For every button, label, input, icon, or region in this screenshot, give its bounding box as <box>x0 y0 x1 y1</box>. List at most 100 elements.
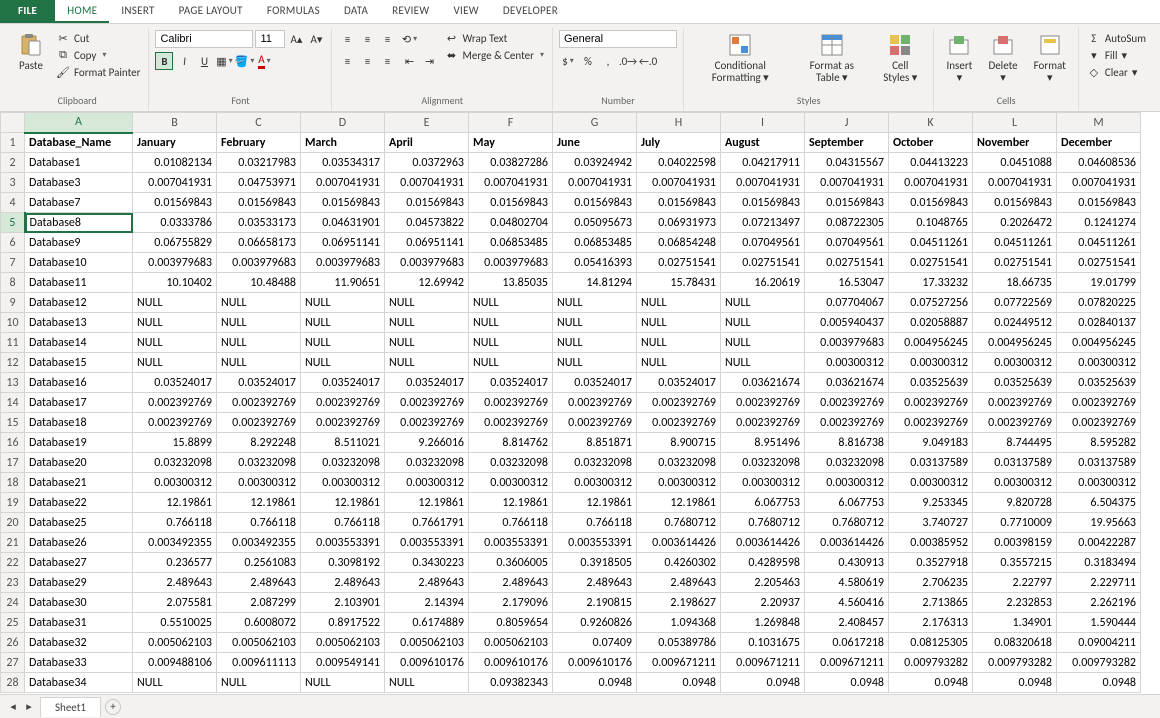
row-header-24[interactable]: 24 <box>1 593 25 613</box>
header-cell[interactable]: March <box>301 133 385 153</box>
cell[interactable]: NULL <box>301 333 385 353</box>
cell[interactable]: 16.53047 <box>805 273 889 293</box>
col-header-E[interactable]: E <box>385 113 469 133</box>
cell[interactable]: 0.8917522 <box>301 613 385 633</box>
cell[interactable]: 0.00300312 <box>973 473 1057 493</box>
cell[interactable]: 14.81294 <box>553 273 637 293</box>
cell[interactable]: Database3 <box>25 173 133 193</box>
cell[interactable]: 16.20619 <box>721 273 805 293</box>
col-header-M[interactable]: M <box>1057 113 1141 133</box>
row-header-1[interactable]: 1 <box>1 133 25 153</box>
cell[interactable]: 0.002392769 <box>217 393 301 413</box>
cell[interactable]: NULL <box>385 313 469 333</box>
cell[interactable]: 0.002392769 <box>1057 393 1141 413</box>
cell[interactable]: Database15 <box>25 353 133 373</box>
cell[interactable]: 0.002392769 <box>889 413 973 433</box>
font-color-button[interactable]: A <box>255 52 273 70</box>
increase-decimal-icon[interactable]: .0→ <box>619 52 637 70</box>
increase-indent-icon[interactable]: ⇥ <box>420 52 438 70</box>
cell[interactable]: 3.740727 <box>889 513 973 533</box>
header-cell[interactable]: June <box>553 133 637 153</box>
row-header-28[interactable]: 28 <box>1 673 25 693</box>
cell[interactable]: 0.03524017 <box>469 373 553 393</box>
cell[interactable]: 2.179096 <box>469 593 553 613</box>
cell[interactable]: 10.48488 <box>217 273 301 293</box>
row-header-10[interactable]: 10 <box>1 313 25 333</box>
ribbon-tab-developer[interactable]: DEVELOPER <box>491 0 570 23</box>
cell[interactable]: 0.009793282 <box>889 653 973 673</box>
cell[interactable]: 0.03137589 <box>1057 453 1141 473</box>
cell[interactable]: 2.205463 <box>721 573 805 593</box>
cell[interactable]: 0.01569843 <box>301 193 385 213</box>
row-header-25[interactable]: 25 <box>1 613 25 633</box>
row-header-3[interactable]: 3 <box>1 173 25 193</box>
cell[interactable]: 0.430913 <box>805 553 889 573</box>
italic-button[interactable]: I <box>175 52 193 70</box>
cell[interactable]: 0.00422287 <box>1057 533 1141 553</box>
row-header-14[interactable]: 14 <box>1 393 25 413</box>
cell[interactable]: 0.003979683 <box>385 253 469 273</box>
cell[interactable]: 0.01569843 <box>553 193 637 213</box>
bold-button[interactable]: B <box>155 52 173 70</box>
cell[interactable]: 0.766118 <box>469 513 553 533</box>
cell[interactable]: NULL <box>301 673 385 693</box>
header-cell[interactable]: October <box>889 133 973 153</box>
cell[interactable]: 0.766118 <box>217 513 301 533</box>
cell[interactable]: 0.004956245 <box>973 333 1057 353</box>
col-header-K[interactable]: K <box>889 113 973 133</box>
cell[interactable]: 0.00300312 <box>133 473 217 493</box>
cell[interactable]: 2.198627 <box>637 593 721 613</box>
cell[interactable]: Database27 <box>25 553 133 573</box>
format-as-table-button[interactable]: Format as Table ▾ <box>794 30 869 86</box>
cell[interactable]: 1.094368 <box>637 613 721 633</box>
cell[interactable]: 0.3557215 <box>973 553 1057 573</box>
cell[interactable]: 0.06853485 <box>553 233 637 253</box>
cell[interactable]: 0.06931973 <box>637 213 721 233</box>
cell[interactable]: 0.04315567 <box>805 153 889 173</box>
cell[interactable]: 0.00300312 <box>469 473 553 493</box>
cell[interactable]: 0.005062103 <box>469 633 553 653</box>
cell[interactable]: 0.3606005 <box>469 553 553 573</box>
cell[interactable]: 0.03534317 <box>301 153 385 173</box>
cell[interactable]: 0.02751541 <box>637 253 721 273</box>
decrease-indent-icon[interactable]: ⇤ <box>400 52 418 70</box>
cell[interactable]: 0.005062103 <box>301 633 385 653</box>
cell[interactable]: 0.06658173 <box>217 233 301 253</box>
cell[interactable]: 12.19861 <box>553 493 637 513</box>
cell[interactable]: Database33 <box>25 653 133 673</box>
cell[interactable]: 0.03524017 <box>301 373 385 393</box>
col-header-D[interactable]: D <box>301 113 385 133</box>
cell[interactable]: 0.01569843 <box>889 193 973 213</box>
cell[interactable]: 0.01082134 <box>133 153 217 173</box>
cell[interactable]: NULL <box>553 333 637 353</box>
accounting-format-button[interactable]: $ <box>559 52 577 70</box>
cell[interactable]: Database7 <box>25 193 133 213</box>
percent-format-button[interactable]: % <box>579 52 597 70</box>
cell[interactable]: 0.002392769 <box>637 413 721 433</box>
row-header-5[interactable]: 5 <box>1 213 25 233</box>
worksheet-grid[interactable]: ABCDEFGHIJKLM1Database_NameJanuaryFebrua… <box>0 112 1160 694</box>
cell[interactable]: 0.7710009 <box>973 513 1057 533</box>
col-header-I[interactable]: I <box>721 113 805 133</box>
merge-center-button[interactable]: ⬌Merge & Center▾ <box>442 47 546 63</box>
cell[interactable]: 0.7680712 <box>637 513 721 533</box>
col-header-B[interactable]: B <box>133 113 217 133</box>
cell[interactable]: 12.19861 <box>469 493 553 513</box>
cell[interactable]: 0.3183494 <box>1057 553 1141 573</box>
header-cell[interactable]: September <box>805 133 889 153</box>
cell[interactable]: Database19 <box>25 433 133 453</box>
header-cell[interactable]: August <box>721 133 805 153</box>
cell[interactable]: NULL <box>721 293 805 313</box>
cell[interactable]: 0.03217983 <box>217 153 301 173</box>
sheet-prev-icon[interactable]: ◂ <box>6 700 20 713</box>
cell[interactable]: 0.01569843 <box>133 193 217 213</box>
cell[interactable]: 0.005062103 <box>385 633 469 653</box>
cell[interactable]: 0.003979683 <box>469 253 553 273</box>
cell[interactable]: 15.78431 <box>637 273 721 293</box>
row-header-21[interactable]: 21 <box>1 533 25 553</box>
cell[interactable]: Database30 <box>25 593 133 613</box>
cell[interactable]: 0.002392769 <box>385 413 469 433</box>
cell[interactable]: 0.3098192 <box>301 553 385 573</box>
cell[interactable]: 12.19861 <box>385 493 469 513</box>
cell[interactable]: 0.03232098 <box>133 453 217 473</box>
